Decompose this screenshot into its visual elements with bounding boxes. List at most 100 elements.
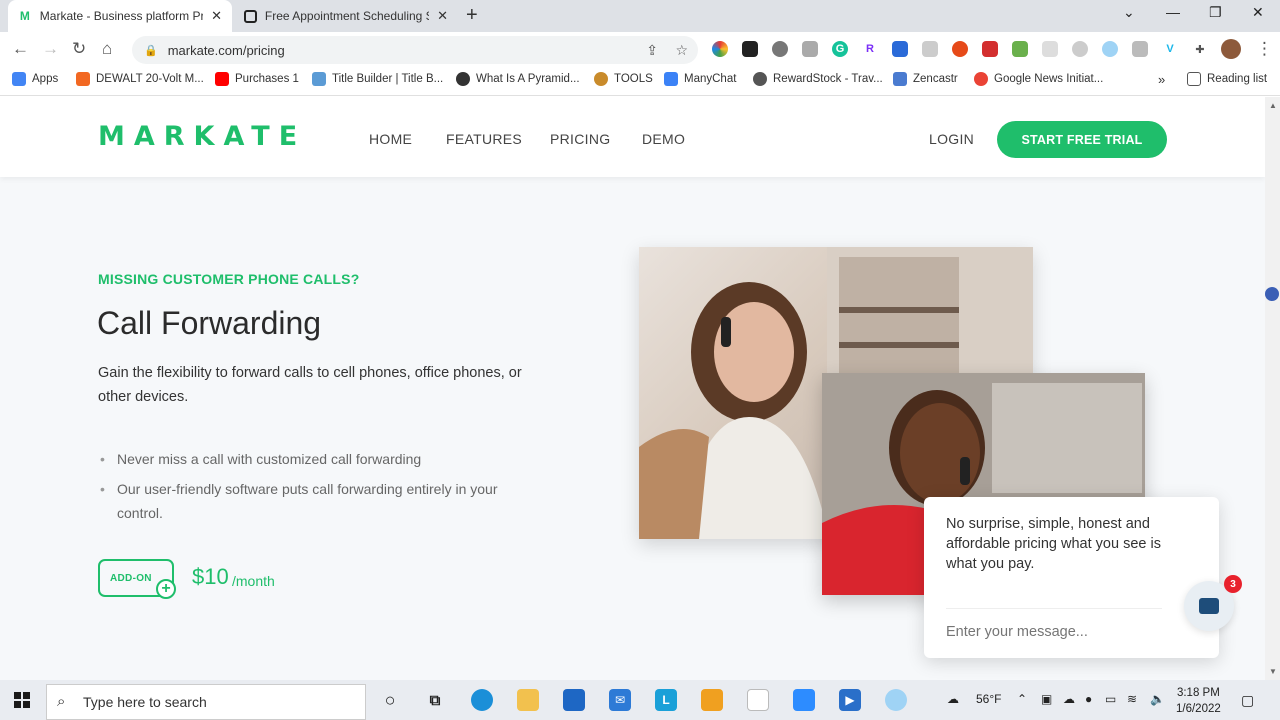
menu-dots-icon[interactable]: ⋮ [1256, 39, 1273, 59]
store-icon[interactable] [563, 689, 585, 711]
new-tab-icon[interactable]: + [466, 4, 478, 27]
home-icon[interactable]: ⌂ [102, 39, 112, 59]
windows-start-icon[interactable] [14, 692, 30, 708]
nav-home[interactable]: HOME [369, 131, 412, 147]
notifications-icon[interactable]: ▢ [1241, 692, 1254, 709]
gray-extension-icon[interactable] [1072, 41, 1088, 57]
markate-page: MARKATE HOME FEATURES PRICING DEMO LOGIN… [0, 97, 1265, 680]
page-scrollbar[interactable]: ▲ ▼ [1265, 97, 1280, 680]
pyramid-icon [456, 72, 470, 86]
nav-demo[interactable]: DEMO [642, 131, 685, 147]
arc-extension-icon[interactable] [1042, 41, 1058, 57]
record-extension-icon[interactable] [1102, 41, 1118, 57]
chat-bubble-icon [1199, 598, 1219, 614]
bookmark-star-icon[interactable]: ☆ [675, 42, 688, 59]
wifi-icon[interactable]: ≋ [1127, 692, 1137, 706]
vimeo-icon[interactable]: V [1162, 41, 1178, 57]
circle-extension-icon[interactable] [772, 41, 788, 57]
video-app-icon[interactable]: ▶ [839, 689, 861, 711]
close-window-icon[interactable]: ✕ [1252, 4, 1264, 21]
bookmark-purchases[interactable]: Purchases 1 [215, 72, 299, 86]
edge-icon[interactable] [471, 689, 493, 711]
nav-features[interactable]: FEATURES [446, 131, 522, 147]
display-icon[interactable]: ▭ [1105, 692, 1116, 706]
more-bookmarks-icon[interactable]: » [1158, 72, 1165, 87]
audio-app-icon[interactable] [701, 689, 723, 711]
bookmark-dewalt[interactable]: DEWALT 20-Volt M... [76, 72, 204, 86]
minimize-icon[interactable]: — [1166, 4, 1180, 20]
bookmark-tools[interactable]: TOOLS [594, 72, 653, 86]
feature-bullets: Never miss a call with customized call f… [100, 447, 540, 531]
cart-extension-icon[interactable] [892, 41, 908, 57]
back-icon[interactable]: ← [12, 39, 29, 59]
bookmark-label: Apps [32, 73, 59, 85]
bookmark-manychat[interactable]: ManyChat [664, 72, 736, 86]
taskbar-search-box[interactable]: ⌕ Type here to search [46, 684, 366, 720]
reload-icon[interactable]: ↻ [72, 39, 86, 59]
reading-list-button[interactable]: Reading list [1187, 72, 1267, 86]
color-wheel-extension-icon[interactable] [712, 41, 728, 57]
tray-chevron-icon[interactable]: ⌃ [1017, 692, 1027, 706]
scroll-down-icon[interactable]: ▼ [1269, 667, 1277, 676]
bookmark-zencastr[interactable]: Zencastr [893, 72, 958, 86]
markate-favicon-icon: M [19, 9, 30, 23]
code-extension-icon[interactable] [1132, 41, 1148, 57]
cloud-icon[interactable]: ☁ [1063, 692, 1075, 706]
notepad-icon[interactable] [747, 689, 769, 711]
pen-extension-icon[interactable] [742, 41, 758, 57]
headphones-extension-icon[interactable] [952, 41, 968, 57]
dots-extension-icon[interactable] [922, 41, 938, 57]
grammarly-icon[interactable]: G [832, 41, 848, 57]
address-bar-row: ← → ↻ ⌂ 🔒 markate.com/pricing ⇪ ☆ G R V … [0, 32, 1280, 66]
chat-input[interactable] [946, 624, 1166, 640]
pdf-extension-icon[interactable] [982, 41, 998, 57]
taskbar-search-placeholder: Type here to search [83, 694, 207, 710]
chat-popup: No surprise, simple, honest and affordab… [924, 497, 1219, 658]
tab-appointment-scheduling[interactable]: Free Appointment Scheduling So ✕ [234, 0, 458, 32]
tools-icon [594, 72, 608, 86]
feature-description: Gain the flexibility to forward calls to… [98, 365, 522, 405]
share-icon[interactable]: ⇪ [646, 42, 658, 59]
bookmark-rewardstock[interactable]: RewardStock - Trav... [753, 72, 883, 86]
weather-icon[interactable]: ☁ [947, 692, 959, 706]
bookmark-apps[interactable]: Apps [12, 72, 58, 86]
bookmark-title-builder[interactable]: Title Builder | Title B... [312, 72, 443, 86]
heart-extension-icon[interactable] [1012, 41, 1028, 57]
login-link[interactable]: LOGIN [929, 131, 974, 147]
mail-icon[interactable]: ✉ [609, 689, 631, 711]
zoom-icon[interactable] [793, 689, 815, 711]
bookmark-google-news[interactable]: Google News Initiat... [974, 72, 1103, 86]
l-app-icon[interactable]: L [655, 689, 677, 711]
puzzle-extensions-icon[interactable]: ✚ [1192, 41, 1208, 57]
markate-logo[interactable]: MARKATE [98, 121, 306, 152]
tab-title: Markate - Business platform Pric [39, 9, 204, 23]
close-tab-icon[interactable]: ✕ [211, 8, 222, 24]
nav-pricing[interactable]: PRICING [550, 131, 610, 147]
task-view-icon[interactable]: ⧉ [424, 689, 446, 711]
cortana-icon[interactable]: ○ [379, 689, 401, 711]
close-tab-icon[interactable]: ✕ [437, 8, 448, 24]
network-icon[interactable]: ▣ [1041, 692, 1052, 706]
url-field[interactable]: 🔒 markate.com/pricing ⇪ ☆ [132, 36, 698, 64]
recorder-icon[interactable] [885, 689, 907, 711]
taskbar-clock[interactable]: 3:18 PM 1/6/2022 [1176, 685, 1221, 717]
scroll-up-icon[interactable]: ▲ [1269, 101, 1277, 110]
rewardstock-icon [753, 72, 767, 86]
addon-label: ADD-ON [110, 573, 152, 584]
start-free-trial-button[interactable]: START FREE TRIAL [997, 121, 1167, 158]
r-extension-icon[interactable]: R [862, 41, 878, 57]
weather-temp[interactable]: 56°F [976, 692, 1001, 706]
profile-avatar[interactable] [1221, 39, 1241, 59]
tab-title: Free Appointment Scheduling So [264, 9, 430, 23]
file-explorer-icon[interactable] [517, 689, 539, 711]
tab-search-chevron-icon[interactable]: ⌄ [1123, 4, 1135, 21]
restore-icon[interactable]: ❐ [1209, 4, 1222, 21]
volume-icon[interactable]: 🔈 [1150, 692, 1165, 706]
microphone-icon[interactable]: ● [1085, 692, 1092, 706]
tab-markate[interactable]: M Markate - Business platform Pric ✕ [8, 0, 232, 32]
s-extension-icon[interactable] [802, 41, 818, 57]
bookmark-pyramid[interactable]: What Is A Pyramid... [456, 72, 580, 86]
bookmark-label: DEWALT 20-Volt M... [96, 73, 204, 85]
forward-icon[interactable]: → [42, 39, 59, 59]
google-icon [974, 72, 988, 86]
